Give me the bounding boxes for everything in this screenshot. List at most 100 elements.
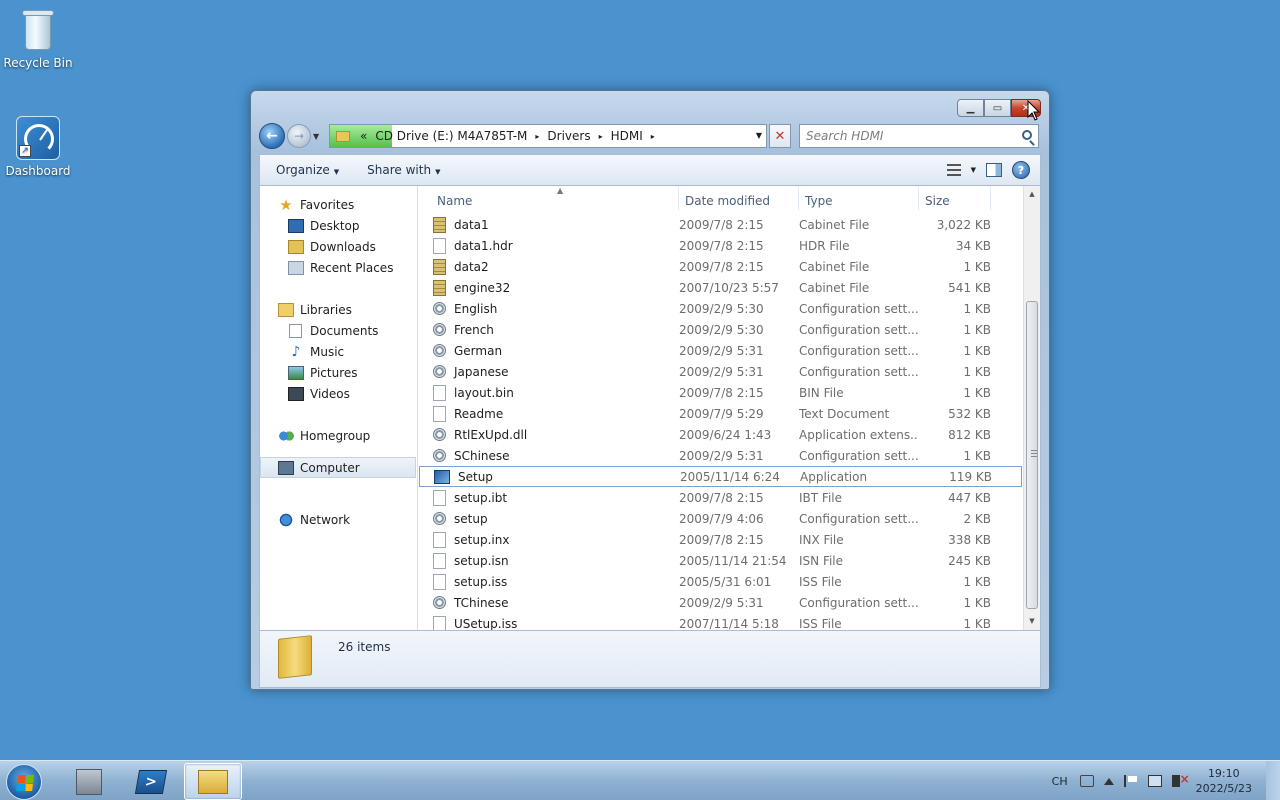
file-row[interactable]: German 2009/2/9 5:31 Configuration sett...… bbox=[419, 340, 1022, 361]
maximize-button[interactable]: ▭ bbox=[984, 99, 1011, 117]
column-name[interactable]: Name bbox=[419, 186, 679, 210]
forward-button[interactable]: → bbox=[287, 124, 311, 148]
file-date: 2009/2/9 5:31 bbox=[679, 595, 764, 610]
language-indicator[interactable]: CH bbox=[1052, 775, 1068, 788]
nav-pictures[interactable]: Pictures bbox=[288, 362, 358, 383]
file-row[interactable]: data1.hdr 2009/7/8 2:15 HDR File 34 KB bbox=[419, 235, 1022, 256]
nav-label: Downloads bbox=[310, 239, 376, 254]
file-row[interactable]: SChinese 2009/2/9 5:31 Configuration sett.… bbox=[419, 445, 1022, 466]
file-list: data1 2009/7/8 2:15 Cabinet File 3,022 KB da… bbox=[419, 214, 1022, 634]
clock[interactable]: 19:10 2022/5/23 bbox=[1196, 766, 1252, 796]
back-button[interactable]: ← bbox=[259, 123, 285, 149]
nav-computer[interactable]: Computer bbox=[260, 457, 416, 478]
preview-pane-icon[interactable] bbox=[986, 163, 1002, 177]
organize-button[interactable]: Organize ▼ bbox=[260, 163, 351, 177]
recent-pages-dropdown[interactable]: ▼ bbox=[313, 132, 325, 141]
breadcrumb-separator-icon[interactable]: ▸ bbox=[531, 132, 543, 141]
grip-icon bbox=[1031, 450, 1037, 457]
file-row[interactable]: setup.ibt 2009/7/8 2:15 IBT File 447 KB bbox=[419, 487, 1022, 508]
keyboard-icon[interactable] bbox=[1079, 775, 1094, 787]
breadcrumb-drivers[interactable]: Drivers bbox=[543, 129, 594, 143]
nav-homegroup[interactable]: Homegroup bbox=[278, 425, 370, 446]
show-hidden-icons-icon[interactable] bbox=[1103, 777, 1114, 785]
breadcrumb-separator-icon[interactable]: ▸ bbox=[595, 132, 607, 141]
file-name-cell: English bbox=[419, 302, 679, 316]
address-dropdown-icon[interactable]: ▼ bbox=[756, 131, 762, 140]
taskbar-server-manager[interactable] bbox=[60, 763, 118, 800]
breadcrumb-cd-drive[interactable]: CD Drive (E:) M4A785T-M bbox=[371, 129, 531, 143]
file-name-cell: Readme bbox=[419, 405, 679, 422]
file-row[interactable]: Setup 2005/11/14 6:24 Application 119 KB bbox=[419, 466, 1022, 487]
file-name: data1.hdr bbox=[454, 238, 513, 253]
file-row[interactable]: setup.inx 2009/7/8 2:15 INX File 338 KB bbox=[419, 529, 1022, 550]
nav-libraries[interactable]: Libraries bbox=[278, 299, 352, 320]
file-type: INX File bbox=[799, 532, 844, 547]
action-center-flag-icon[interactable] bbox=[1123, 775, 1138, 787]
file-name: Setup bbox=[458, 469, 493, 484]
start-button[interactable] bbox=[6, 764, 42, 800]
nav-videos[interactable]: Videos bbox=[288, 383, 350, 404]
help-icon[interactable]: ? bbox=[1012, 161, 1030, 179]
share-with-button[interactable]: Share with ▼ bbox=[351, 163, 452, 177]
file-row[interactable]: English 2009/2/9 5:30 Configuration sett..… bbox=[419, 298, 1022, 319]
file-row[interactable]: data2 2009/7/8 2:15 Cabinet File 1 KB bbox=[419, 256, 1022, 277]
file-name: German bbox=[454, 343, 503, 358]
nav-desktop[interactable]: Desktop bbox=[288, 215, 360, 236]
nav-recent-places[interactable]: Recent Places bbox=[288, 257, 393, 278]
minimize-button[interactable]: ▁ bbox=[957, 99, 984, 117]
breadcrumb-separator-icon[interactable]: ▸ bbox=[647, 132, 659, 141]
network-status-icon[interactable] bbox=[1147, 775, 1162, 787]
file-row[interactable]: TChinese 2009/2/9 5:31 Configuration sett.… bbox=[419, 592, 1022, 613]
file-icon bbox=[433, 237, 446, 254]
file-row[interactable]: data1 2009/7/8 2:15 Cabinet File 3,022 KB bbox=[419, 214, 1022, 235]
file-name-cell: engine32 bbox=[419, 279, 679, 296]
column-type[interactable]: Type bbox=[799, 186, 919, 210]
file-row[interactable]: French 2009/2/9 5:30 Configuration sett...… bbox=[419, 319, 1022, 340]
file-name: setup bbox=[454, 511, 488, 526]
change-view-icon[interactable] bbox=[946, 164, 961, 176]
file-name-cell: Setup bbox=[420, 469, 680, 484]
file-type: Configuration sett... bbox=[799, 343, 919, 358]
breadcrumb-overflow[interactable]: « bbox=[356, 129, 371, 143]
scroll-up-icon[interactable]: ▲ bbox=[1024, 186, 1040, 203]
favorites-star-icon: ★ bbox=[279, 195, 293, 214]
breadcrumb-hdmi[interactable]: HDMI bbox=[607, 129, 647, 143]
address-bar[interactable]: « CD Drive (E:) M4A785T-M ▸ Drivers ▸ HD… bbox=[329, 124, 767, 148]
file-icon bbox=[433, 405, 446, 422]
show-desktop-button[interactable] bbox=[1266, 761, 1280, 800]
vertical-scrollbar[interactable]: ▲ ▼ bbox=[1023, 186, 1040, 630]
column-size[interactable]: Size bbox=[919, 186, 991, 210]
column-date-modified[interactable]: Date modified bbox=[679, 186, 799, 210]
volume-muted-icon[interactable] bbox=[1171, 772, 1190, 787]
file-name: setup.inx bbox=[454, 532, 510, 547]
search-box[interactable]: Search HDMI bbox=[799, 124, 1039, 148]
scrollbar-thumb[interactable] bbox=[1026, 301, 1038, 609]
nav-network[interactable]: Network bbox=[278, 509, 350, 530]
file-type: Application extens... bbox=[799, 427, 919, 442]
search-icon[interactable] bbox=[1022, 130, 1032, 140]
nav-downloads[interactable]: Downloads bbox=[288, 236, 376, 257]
file-name-cell: German bbox=[419, 344, 679, 358]
file-row[interactable]: layout.bin 2009/7/8 2:15 BIN File 1 KB bbox=[419, 382, 1022, 403]
file-row[interactable]: setup.iss 2005/5/31 6:01 ISS File 1 KB bbox=[419, 571, 1022, 592]
scroll-down-icon[interactable]: ▼ bbox=[1024, 613, 1040, 630]
file-date: 2005/11/14 6:24 bbox=[680, 469, 780, 484]
taskbar-powershell[interactable]: > bbox=[122, 763, 180, 800]
file-type: Configuration sett... bbox=[799, 364, 919, 379]
nav-music[interactable]: ♪ Music bbox=[288, 341, 345, 362]
file-row[interactable]: RtlExUpd.dll 2009/6/24 1:43 Application ex… bbox=[419, 424, 1022, 445]
recycle-bin-shortcut[interactable]: Recycle Bin bbox=[0, 8, 76, 70]
nav-documents[interactable]: Documents bbox=[288, 320, 378, 341]
file-type: ISS File bbox=[799, 574, 842, 589]
view-options-dropdown-icon[interactable]: ▼ bbox=[971, 166, 976, 174]
file-row[interactable]: setup 2009/7/9 4:06 Configuration sett... 2… bbox=[419, 508, 1022, 529]
file-row[interactable]: Japanese 2009/2/9 5:31 Configuration sett.… bbox=[419, 361, 1022, 382]
file-row[interactable]: setup.isn 2005/11/14 21:54 ISN File 245 KB bbox=[419, 550, 1022, 571]
stop-button[interactable]: ✕ bbox=[769, 124, 791, 148]
dashboard-shortcut[interactable]: ↗ Dashboard bbox=[0, 116, 76, 178]
nav-favorites[interactable]: ★ Favorites bbox=[278, 194, 354, 215]
file-row[interactable]: engine32 2007/10/23 5:57 Cabinet File 541 K… bbox=[419, 277, 1022, 298]
taskbar-explorer[interactable] bbox=[184, 763, 242, 800]
file-row[interactable]: Readme 2009/7/9 5:29 Text Document 532 KB bbox=[419, 403, 1022, 424]
file-size: 541 KB bbox=[948, 280, 991, 295]
